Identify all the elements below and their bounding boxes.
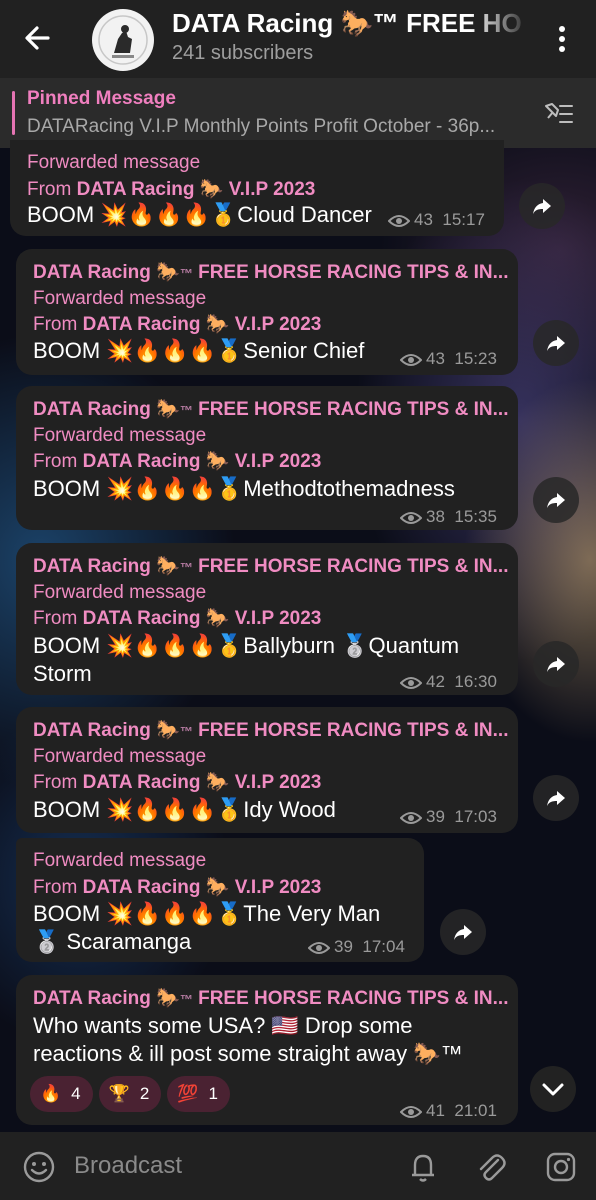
message-meta: 43 15:23 — [399, 349, 497, 369]
message-bubble[interactable]: Forwarded message From DATA Racing 🐎 V.I… — [16, 838, 424, 962]
forwarded-from[interactable]: From DATA Racing 🐎 V.I.P 2023 — [33, 875, 321, 899]
eye-icon — [399, 677, 423, 689]
share-button[interactable] — [440, 909, 486, 955]
subscriber-count: 241 subscribers — [172, 42, 314, 64]
eye-icon — [387, 215, 411, 227]
pinned-text: DATARacing V.I.P Monthly Points Profit O… — [27, 116, 496, 137]
channel-avatar[interactable] — [92, 9, 154, 71]
message-text: Who wants some USA? 🇺🇸 Drop some reactio… — [33, 1013, 463, 1066]
broadcast-input[interactable]: Broadcast — [74, 1152, 182, 1180]
message-bubble[interactable]: DATA Racing 🐎™ FREE HORSE RACING TIPS & … — [16, 249, 518, 375]
channel-sender[interactable]: DATA Racing 🐎™ FREE HORSE RACING TIPS & … — [33, 718, 508, 742]
share-button[interactable] — [533, 320, 579, 366]
forwarded-from[interactable]: From DATA Racing 🐎 V.I.P 2023 — [33, 606, 321, 630]
share-icon — [454, 925, 472, 940]
share-icon — [547, 657, 565, 672]
forwarded-label: Forwarded message — [33, 288, 207, 309]
title-fade — [470, 8, 530, 42]
reaction-fire[interactable]: 🔥 4 — [30, 1076, 93, 1112]
share-button[interactable] — [533, 477, 579, 523]
message-bubble[interactable]: DATA Racing 🐎™ FREE HORSE RACING TIPS & … — [16, 386, 518, 530]
forwarded-label: Forwarded message — [33, 746, 207, 767]
message-meta: 38 15:35 — [399, 507, 497, 527]
pinned-label: Pinned Message — [27, 88, 176, 109]
share-button[interactable] — [519, 183, 565, 229]
composer-bar: Broadcast — [0, 1132, 596, 1200]
attach-icon[interactable] — [474, 1150, 508, 1184]
reactions-row: 🔥 4 🏆 2 💯 1 — [30, 1076, 236, 1112]
share-icon — [533, 199, 551, 214]
instagram-icon[interactable] — [544, 1150, 578, 1184]
forwarded-label: Forwarded message — [33, 850, 207, 871]
share-icon — [547, 493, 565, 508]
pinned-indicator — [12, 91, 15, 135]
forwarded-from[interactable]: From DATA Racing 🐎 V.I.P 2023 — [27, 177, 315, 201]
share-icon — [547, 336, 565, 351]
share-icon — [547, 791, 565, 806]
chat-header: DATA Racing 🐎™ FREE HORSE RACING TIPS & … — [0, 0, 596, 78]
eye-icon — [399, 512, 423, 524]
eye-icon — [307, 942, 331, 954]
message-bubble[interactable]: DATA Racing 🐎™ FREE HORSE RACING TIPS & … — [16, 543, 518, 695]
share-button[interactable] — [533, 641, 579, 687]
message-text: BOOM 💥🔥🔥🔥🥇Cloud Dancer — [27, 202, 372, 227]
forwarded-label: Forwarded message — [33, 425, 207, 446]
eye-icon — [399, 1106, 423, 1118]
message-text: BOOM 💥🔥🔥🔥🥇Senior Chief — [33, 338, 365, 363]
chevron-down-icon — [542, 1083, 564, 1096]
message-bubble[interactable]: DATA Racing 🐎™ FREE HORSE RACING TIPS & … — [16, 707, 518, 833]
reaction-hundred[interactable]: 💯 1 — [167, 1076, 230, 1112]
channel-sender[interactable]: DATA Racing 🐎™ FREE HORSE RACING TIPS & … — [33, 260, 508, 284]
pinned-message-bar[interactable]: Pinned Message DATARacing V.I.P Monthly … — [0, 78, 596, 148]
eye-icon — [399, 354, 423, 366]
forwarded-label: Forwarded message — [27, 152, 201, 173]
channel-sender[interactable]: DATA Racing 🐎™ FREE HORSE RACING TIPS & … — [33, 554, 508, 578]
message-bubble[interactable]: DATA Racing 🐎™ FREE HORSE RACING TIPS & … — [16, 975, 518, 1125]
forwarded-label: Forwarded message — [33, 582, 207, 603]
forwarded-from[interactable]: From DATA Racing 🐎 V.I.P 2023 — [33, 770, 321, 794]
message-meta: 41 21:01 — [399, 1101, 497, 1121]
forwarded-from[interactable]: From DATA Racing 🐎 V.I.P 2023 — [33, 312, 321, 336]
more-vert-icon[interactable] — [548, 22, 576, 56]
message-text: BOOM 💥🔥🔥🔥🥇Idy Wood — [33, 797, 336, 822]
message-meta: 43 15:17 — [387, 210, 485, 230]
scroll-down-button[interactable] — [530, 1066, 576, 1112]
pinned-list-icon[interactable] — [538, 96, 578, 132]
eye-icon — [399, 812, 423, 824]
back-arrow-icon[interactable] — [20, 20, 60, 56]
reaction-trophy[interactable]: 🏆 2 — [98, 1076, 162, 1112]
message-text: BOOM 💥🔥🔥🔥🥇Methodtothemadness — [33, 476, 455, 501]
channel-sender[interactable]: DATA Racing 🐎™ FREE HORSE RACING TIPS & … — [33, 986, 508, 1010]
message-bubble[interactable]: Forwarded message From DATA Racing 🐎 V.I… — [10, 140, 504, 236]
message-meta: 42 16:30 — [399, 672, 497, 692]
message-meta: 39 17:03 — [399, 807, 497, 827]
share-button[interactable] — [533, 775, 579, 821]
message-meta: 39 17:04 — [307, 937, 405, 957]
bell-icon[interactable] — [406, 1150, 440, 1184]
emoji-icon[interactable] — [22, 1150, 56, 1184]
forwarded-from[interactable]: From DATA Racing 🐎 V.I.P 2023 — [33, 449, 321, 473]
channel-sender[interactable]: DATA Racing 🐎™ FREE HORSE RACING TIPS & … — [33, 397, 508, 421]
